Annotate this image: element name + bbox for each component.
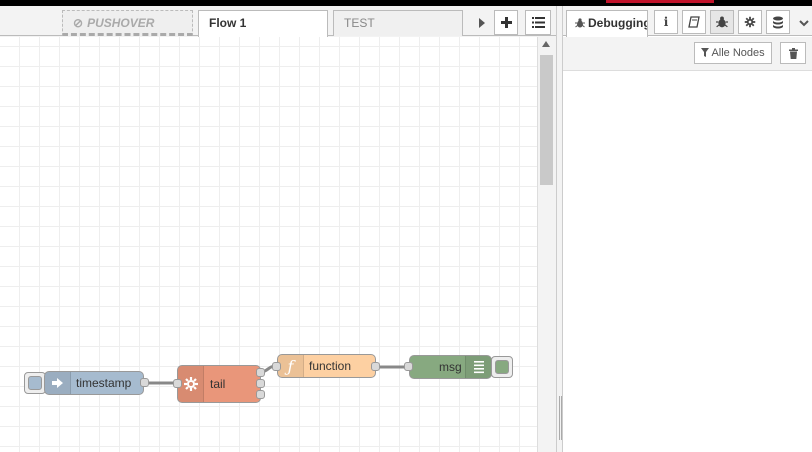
tab-debugging[interactable]: Debugging <box>566 10 648 37</box>
output-port-3[interactable] <box>256 390 265 399</box>
gear-icon <box>744 16 756 28</box>
context-tab-button[interactable] <box>766 10 790 34</box>
filter-nodes-button[interactable]: Alle Nodes <box>694 42 772 64</box>
config-tab-button[interactable] <box>738 10 762 34</box>
bug-icon <box>575 18 585 28</box>
node-label: tail <box>210 377 226 391</box>
input-port[interactable] <box>404 362 413 371</box>
info-icon: i <box>663 15 669 29</box>
node-label: msg <box>439 360 462 374</box>
workspace-tab-bar: ⊘ PUSHOVER Flow 1 TEST <box>0 6 556 37</box>
splitter-grip[interactable] <box>559 396 562 440</box>
output-port[interactable] <box>371 362 380 371</box>
debug-toggle-button[interactable] <box>491 356 513 378</box>
canvas-vertical-scrollbar[interactable] <box>537 37 556 452</box>
node-timestamp[interactable]: timestamp <box>44 371 144 395</box>
tab-label: Debugging <box>588 16 648 30</box>
plus-icon <box>500 17 512 28</box>
scroll-up-arrow-icon[interactable] <box>542 41 550 47</box>
trash-icon <box>788 47 798 59</box>
output-port[interactable] <box>140 378 149 387</box>
list-icon <box>531 17 545 28</box>
node-tail[interactable]: tail <box>177 365 261 403</box>
debug-tab-button[interactable] <box>710 10 734 34</box>
sidebar-more-button[interactable] <box>799 16 811 28</box>
caret-right-icon <box>479 17 485 28</box>
tab-flow-1[interactable]: Flow 1 <box>198 10 328 37</box>
input-port[interactable] <box>272 362 281 371</box>
scroll-tabs-right-button[interactable] <box>473 10 491 35</box>
inject-trigger-button[interactable] <box>24 372 46 394</box>
tab-label: Flow 1 <box>209 16 247 30</box>
filter-icon <box>701 48 709 57</box>
function-icon: ƒ <box>278 355 304 377</box>
filter-label: Alle Nodes <box>711 47 765 59</box>
list-icon <box>465 356 491 378</box>
header-accent <box>606 0 714 3</box>
output-port-2[interactable] <box>256 379 265 388</box>
tab-pushover[interactable]: ⊘ PUSHOVER <box>62 10 193 36</box>
input-port[interactable] <box>173 379 182 388</box>
node-label: timestamp <box>76 376 132 390</box>
clear-messages-button[interactable] <box>780 42 806 64</box>
node-msg[interactable]: msg <box>409 355 492 379</box>
arrow-in-icon <box>45 372 71 394</box>
sidebar: Debugging i Alle Nodes <box>563 6 812 452</box>
tab-label: TEST <box>344 16 375 30</box>
tab-label: PUSHOVER <box>87 16 155 30</box>
scrollbar-thumb[interactable] <box>540 55 553 185</box>
debug-toolbar: Alle Nodes <box>563 37 812 71</box>
debug-messages-area[interactable] <box>563 71 812 452</box>
disabled-icon: ⊘ <box>73 16 84 30</box>
sidebar-splitter[interactable] <box>556 6 563 452</box>
bug-icon <box>716 16 728 28</box>
list-flows-button[interactable] <box>525 10 551 35</box>
chevron-down-icon <box>799 20 809 27</box>
database-icon <box>773 16 783 28</box>
node-label: function <box>309 359 352 373</box>
sidebar-tab-bar: Debugging i <box>563 6 812 37</box>
info-tab-button[interactable]: i <box>654 10 678 34</box>
add-flow-button[interactable] <box>494 10 518 35</box>
book-icon <box>688 16 700 28</box>
node-function[interactable]: ƒ function <box>277 354 376 378</box>
tab-test[interactable]: TEST <box>333 10 463 36</box>
output-port-1[interactable] <box>256 368 265 377</box>
help-tab-button[interactable] <box>682 10 706 34</box>
